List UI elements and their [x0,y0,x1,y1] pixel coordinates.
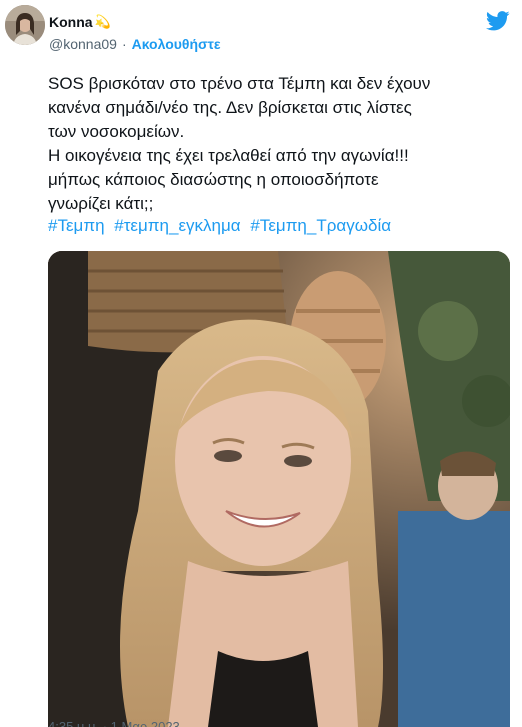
hashtag-link[interactable]: #Τεμπη [48,216,105,235]
tweet-card: Konna 💫 @konna09 · Ακολουθήστε SOS βρισκ… [0,0,522,727]
tweet-timestamp[interactable]: 4:35 μ.μ. · 1 Μαρ 2023 [48,719,180,727]
hashtag-link[interactable]: #Τεμπη_Τραγωδία [250,216,391,235]
user-handle[interactable]: @konna09 [49,36,117,52]
avatar[interactable] [5,5,45,45]
follow-button[interactable]: Ακολουθήστε [132,36,221,52]
separator-dot: · [121,36,127,52]
display-name[interactable]: Konna [49,14,93,30]
handle-row: @konna09 · Ακολουθήστε [49,36,221,52]
hashtag-link[interactable]: #τεμπη_εγκλημα [114,216,240,235]
hashtag-list: #Τεμπη #τεμπη_εγκλημα #Τεμπη_Τραγωδία [48,214,396,238]
tweet-header: Konna 💫 @konna09 · Ακολουθήστε [0,0,522,64]
sparkle-emoji-icon: 💫 [94,14,111,29]
tweet-photo[interactable] [48,251,510,727]
name-row: Konna 💫 [49,14,111,30]
twitter-bird-icon[interactable] [486,11,510,31]
tweet-text: SOS βρισκόταν στο τρένο στα Τέμπη και δε… [48,74,431,213]
